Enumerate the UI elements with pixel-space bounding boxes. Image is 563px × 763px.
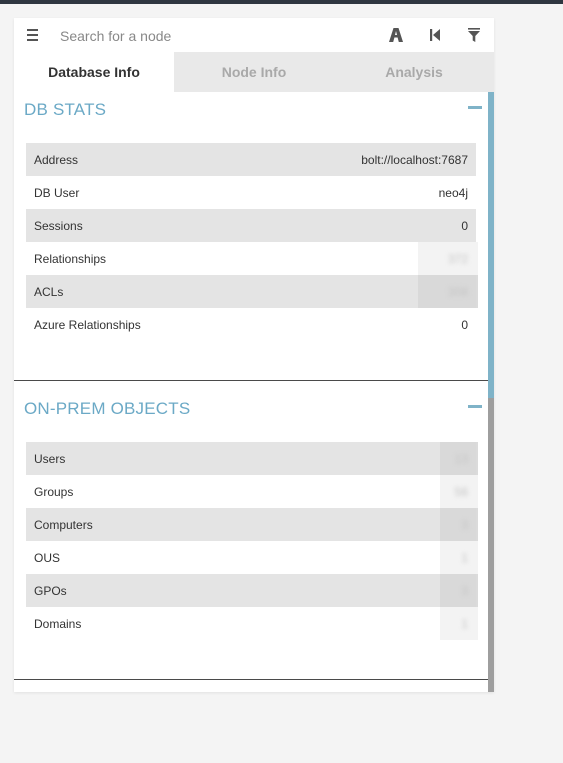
table-row: Azure Relationships 0 [26, 308, 476, 341]
row-value: 56 [454, 485, 468, 499]
table-row: DB User neo4j [26, 176, 476, 209]
row-label: Azure Relationships [34, 318, 141, 332]
table-row: Users 13 [26, 442, 478, 475]
step-backward-icon[interactable] [425, 25, 445, 45]
collapse-db-stats-icon[interactable] [468, 103, 482, 111]
row-label: Users [34, 452, 66, 466]
table-row: ACLs 308 [26, 275, 478, 308]
db-stats-title: DB STATS [24, 100, 107, 119]
on-prem-title: ON-PREM OBJECTS [24, 399, 191, 418]
row-value: 3 [461, 518, 468, 532]
row-label: OUS [34, 551, 61, 565]
tab-bar: Database Info Node Info Analysis [14, 52, 494, 92]
db-stats-table: Address bolt://localhost:7687 DB User ne… [26, 143, 478, 341]
on-prem-table: Users 13 Groups 56 Computers 3 OUS 1 GPO… [26, 442, 478, 640]
table-row: Groups 56 [26, 475, 478, 508]
top-strip [0, 0, 563, 4]
row-value: 0 [461, 318, 468, 332]
search-bar [14, 18, 494, 53]
row-value: 1 [461, 617, 468, 631]
row-value: 308 [447, 285, 468, 299]
row-value: 372 [447, 252, 468, 266]
scrollbar[interactable] [488, 92, 494, 692]
section-divider [14, 679, 488, 680]
row-label: Computers [34, 518, 93, 532]
row-label: Domains [34, 617, 82, 631]
on-prem-header: ON-PREM OBJECTS [24, 391, 484, 421]
section-divider [14, 380, 488, 381]
menu-icon[interactable] [24, 25, 42, 45]
table-row: Computers 3 [26, 508, 478, 541]
row-label: Relationships [34, 252, 107, 266]
search-input[interactable] [58, 23, 362, 49]
database-info-content[interactable]: DB STATS Address bolt://localhost:7687 D… [14, 92, 488, 692]
tab-database-info[interactable]: Database Info [14, 52, 174, 92]
table-row: Address bolt://localhost:7687 [26, 143, 476, 176]
row-label: Sessions [34, 219, 83, 233]
row-value: neo4j [438, 186, 468, 200]
row-value: 3 [461, 584, 468, 598]
tab-node-info[interactable]: Node Info [174, 52, 334, 92]
loading-mask [440, 541, 478, 574]
db-stats-header: DB STATS [24, 92, 484, 122]
table-row: Sessions 0 [26, 209, 476, 242]
row-value: 13 [454, 452, 468, 466]
scrollbar-thumb[interactable] [488, 92, 494, 398]
row-value: 1 [461, 551, 468, 565]
collapse-on-prem-icon[interactable] [468, 402, 482, 410]
row-label: ACLs [34, 285, 64, 299]
filter-icon[interactable] [464, 25, 484, 45]
side-panel: Database Info Node Info Analysis DB STAT… [14, 18, 494, 692]
table-row: Relationships 372 [26, 242, 478, 275]
row-label: Address [34, 153, 79, 167]
table-row: GPOs 3 [26, 574, 478, 607]
row-label: DB User [34, 186, 80, 200]
row-value: bolt://localhost:7687 [361, 153, 468, 167]
loading-mask [440, 607, 478, 640]
loading-mask [440, 574, 478, 607]
row-label: GPOs [34, 584, 67, 598]
loading-mask [440, 508, 478, 541]
row-value: 0 [461, 219, 468, 233]
table-row: OUS 1 [26, 541, 478, 574]
row-label: Groups [34, 485, 74, 499]
table-row: Domains 1 [26, 607, 478, 640]
tab-analysis[interactable]: Analysis [334, 52, 494, 92]
path-icon[interactable] [386, 25, 406, 45]
